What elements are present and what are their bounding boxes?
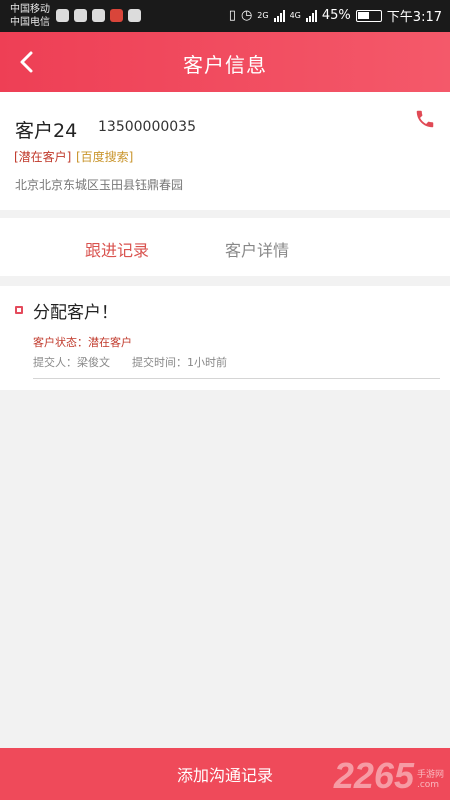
battery-percent: 45%	[321, 8, 351, 23]
customer-name: 客户24	[15, 120, 78, 142]
carrier-1: 中国移动	[10, 4, 50, 15]
customer-address: 北京北京东城区玉田县钰鼎春园	[15, 178, 184, 192]
cat-icon	[128, 9, 141, 22]
record-status: 客户状态：潜在客户	[33, 336, 132, 349]
list-item[interactable]: 分配客户！ 客户状态：潜在客户 提交人：梁俊文 提交时间：1小时前	[0, 286, 450, 390]
status-right: ▯ ◷ 2G 4G 45% 下午3:17	[229, 6, 442, 25]
bullet-icon	[15, 306, 23, 314]
wechat-icon	[92, 9, 105, 22]
carrier-2: 中国电信	[10, 17, 50, 28]
status-bar: 中国移动 中国电信 ▯ ◷ 2G 4G 45% 下午3:17	[0, 0, 450, 32]
clock: 下午3:17	[386, 10, 442, 25]
record-meta: 提交人：梁俊文 提交时间：1小时前	[33, 354, 227, 370]
watermark-text: 手游网 .com	[417, 770, 444, 794]
app-icon	[74, 9, 87, 22]
tab-bar: 跟进记录 客户详情	[0, 218, 450, 276]
customer-card: 客户24 13500000035 [潜在客户] [百度搜索] 北京北京东城区玉田…	[0, 92, 450, 210]
news-icon	[110, 9, 123, 22]
status-tag: [潜在客户]	[14, 150, 72, 164]
signal-2-icon	[305, 9, 317, 22]
tab-details[interactable]: 客户详情	[225, 237, 289, 261]
carrier-labels: 中国移动 中国电信	[10, 3, 50, 29]
activity-icon	[56, 9, 69, 22]
watermark-text-1: 手游网	[416, 770, 444, 780]
signal-1-type: 2G	[257, 11, 269, 20]
alarm-icon: ◷	[240, 8, 253, 23]
nav-bar: 客户信息	[0, 32, 450, 92]
watermark: 2265 手游网 .com	[334, 758, 444, 794]
signal-1-icon	[273, 9, 285, 22]
watermark-number: 2265	[333, 755, 414, 796]
add-record-button[interactable]: 添加沟通记录 2265 手游网 .com	[0, 748, 450, 800]
source-tag: [百度搜索]	[76, 150, 134, 164]
vibrate-icon: ▯	[228, 8, 236, 23]
page-title: 客户信息	[183, 53, 267, 77]
customer-phone: 13500000035	[98, 119, 196, 135]
divider	[33, 378, 440, 379]
record-submitter: 提交人：梁俊文	[33, 356, 110, 369]
phone-icon[interactable]	[414, 108, 436, 130]
tab-follow-up[interactable]: 跟进记录	[85, 237, 149, 261]
battery-icon	[355, 9, 382, 22]
record-time: 提交时间：1小时前	[132, 356, 227, 369]
record-title: 分配客户！	[33, 303, 118, 323]
signal-2-type: 4G	[289, 11, 301, 20]
watermark-text-2: .com	[416, 780, 440, 790]
notification-icons	[56, 9, 141, 22]
